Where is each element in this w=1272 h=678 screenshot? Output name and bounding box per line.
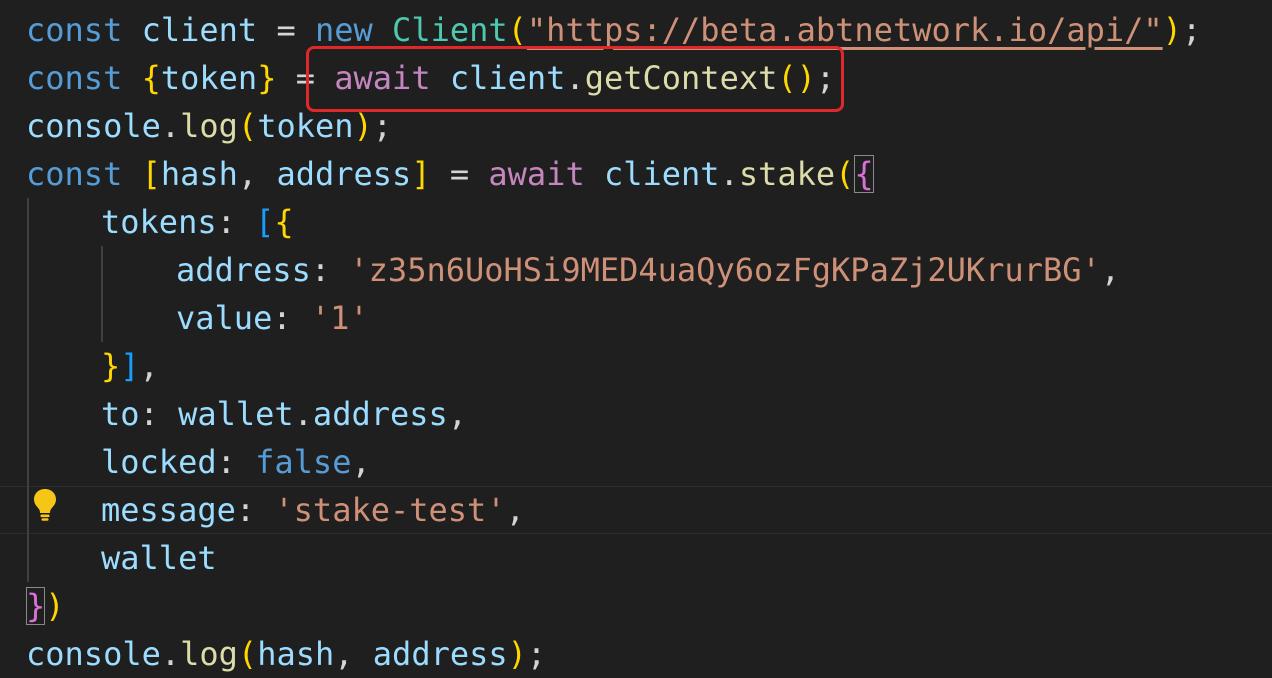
identifier: token	[160, 59, 258, 97]
dot: .	[719, 155, 739, 193]
bracket: }	[101, 347, 121, 385]
colon: :	[216, 443, 256, 481]
identifier: address	[312, 395, 448, 433]
bracket: [	[255, 203, 275, 241]
property-name: locked	[101, 443, 217, 481]
lightbulb-icon[interactable]	[32, 488, 58, 522]
bracket: {	[141, 59, 161, 97]
bracket: ]	[120, 347, 140, 385]
semicolon: ;	[372, 107, 393, 145]
bracket: (	[835, 155, 855, 193]
matched-bracket: {	[854, 155, 874, 193]
identifier: hash	[257, 635, 335, 673]
identifier: console	[26, 635, 161, 673]
bracket: )	[507, 635, 527, 673]
indent-guide-level-2	[101, 246, 103, 342]
comma: ,	[139, 347, 159, 385]
code-line-5[interactable]: tokens: [{	[101, 198, 294, 246]
colon: :	[235, 491, 275, 529]
code-line-12[interactable]: wallet	[101, 534, 217, 582]
colon: :	[139, 395, 179, 433]
semicolon: ;	[526, 635, 547, 673]
class-name: Client	[392, 11, 508, 49]
comma: ,	[351, 443, 371, 481]
indent-guide-level-1	[27, 198, 29, 582]
operator: =	[276, 11, 296, 49]
string-literal: 'z35n6UoHSi9MED4uaQy6ozFgKPaZj2UKrurBG'	[349, 251, 1101, 289]
identifier: client	[584, 155, 720, 193]
bracket: }	[257, 59, 277, 97]
code-editor[interactable]: const client = new Client("https://beta.…	[0, 0, 1272, 673]
function-name: log	[180, 635, 238, 673]
keyword-new: new	[295, 11, 393, 49]
dot: .	[160, 107, 181, 145]
bracket: )	[45, 587, 65, 625]
comma: ,	[334, 635, 373, 673]
property-name: tokens	[101, 203, 217, 241]
bracket: [	[141, 155, 161, 193]
string-literal: 'stake-test'	[274, 491, 506, 529]
keyword-const: const	[26, 155, 123, 193]
keyword-await: await	[488, 155, 585, 193]
function-name: log	[180, 107, 238, 145]
code-line-6[interactable]: address: 'z35n6UoHSi9MED4uaQy6ozFgKPaZj2…	[176, 246, 1120, 294]
semicolon: ;	[1181, 11, 1202, 49]
code-line-7[interactable]: value: '1'	[176, 294, 369, 342]
dot: .	[293, 395, 313, 433]
identifier: wallet	[101, 539, 217, 577]
property-name: address	[176, 251, 311, 289]
keyword-const: const	[26, 11, 123, 49]
url-string[interactable]: "https://beta.abtnetwork.io/api/"	[527, 11, 1163, 49]
bracket: )	[1162, 11, 1182, 49]
code-line-9[interactable]: to: wallet.address,	[101, 390, 467, 438]
code-line-11[interactable]: message: 'stake-test',	[101, 486, 525, 534]
bracket: (	[237, 635, 258, 673]
colon: :	[272, 299, 311, 337]
code-line-14[interactable]: console.log(hash, address);	[26, 630, 546, 678]
property-name: to	[101, 395, 140, 433]
operator: =	[430, 155, 489, 193]
comma: ,	[505, 491, 525, 529]
code-line-8[interactable]: }],	[101, 342, 159, 390]
matched-bracket: }	[26, 587, 46, 625]
bracket: {	[274, 203, 294, 241]
comma: ,	[237, 155, 277, 193]
colon: :	[216, 203, 256, 241]
identifier: client	[122, 11, 277, 49]
identifier: hash	[160, 155, 238, 193]
identifier: console	[26, 107, 161, 145]
property-name: value	[176, 299, 273, 337]
code-line-10[interactable]: locked: false,	[101, 438, 371, 486]
identifier: token	[257, 107, 354, 145]
bracket: ]	[411, 155, 431, 193]
identifier: wallet	[178, 395, 294, 433]
comma: ,	[1100, 251, 1121, 289]
bracket: (	[507, 11, 527, 49]
code-line-13[interactable]: })	[26, 582, 65, 630]
comma: ,	[447, 395, 468, 433]
bracket: (	[237, 107, 258, 145]
keyword-false: false	[255, 443, 352, 481]
red-highlight-box	[306, 46, 844, 112]
bracket: )	[353, 107, 373, 145]
code-line-4[interactable]: const [hash, address] = await client.sta…	[26, 150, 874, 198]
property-name: message	[101, 491, 236, 529]
identifier: address	[276, 155, 412, 193]
dot: .	[160, 635, 181, 673]
function-name: stake	[738, 155, 836, 193]
keyword-const: const	[26, 59, 123, 97]
identifier: address	[372, 635, 508, 673]
string-literal: '1'	[310, 299, 369, 337]
colon: :	[310, 251, 350, 289]
